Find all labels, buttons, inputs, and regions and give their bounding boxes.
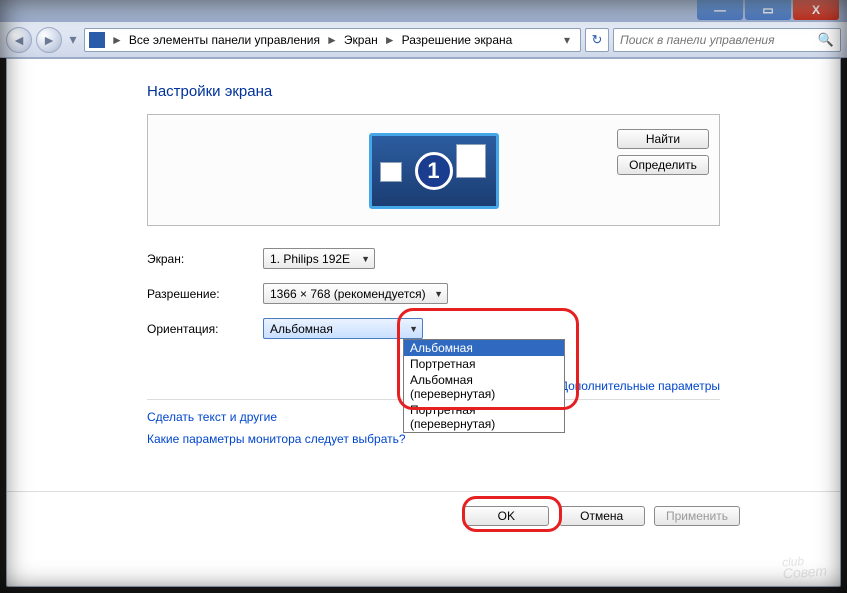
forward-button[interactable]: ► <box>36 27 62 53</box>
screen-combo[interactable]: 1. Philips 192E ▼ <box>263 248 375 269</box>
dialog-footer: OK Отмена Применить <box>7 491 840 526</box>
screen-label: Экран: <box>147 252 263 266</box>
breadcrumb-item[interactable]: Разрешение экрана <box>402 33 513 47</box>
orientation-option[interactable]: Портретная (перевернутая) <box>404 402 564 432</box>
search-box[interactable]: 🔍 <box>613 28 841 52</box>
window-titlebar: — ▭ X <box>0 0 847 22</box>
chevron-down-icon: ▼ <box>361 254 370 264</box>
find-button[interactable]: Найти <box>617 129 709 149</box>
ok-button[interactable]: OK <box>463 506 549 526</box>
orientation-option[interactable]: Портретная <box>404 356 564 372</box>
breadcrumb-item[interactable]: Экран <box>344 33 378 47</box>
orientation-value: Альбомная <box>270 322 333 336</box>
page-title: Настройки экрана <box>147 83 720 100</box>
breadcrumb-sep: ► <box>384 33 396 47</box>
monitor-thumbnail[interactable]: 1 <box>369 133 499 209</box>
breadcrumb-sep: ► <box>111 33 123 47</box>
screen-value: 1. Philips 192E <box>270 252 350 266</box>
resolution-value: 1366 × 768 (рекомендуется) <box>270 287 426 301</box>
mini-window-icon <box>456 144 486 178</box>
mini-window-icon <box>380 162 402 182</box>
search-input[interactable] <box>620 33 818 47</box>
orientation-dropdown: Альбомная Портретная Альбомная (переверн… <box>403 339 565 433</box>
resolution-combo[interactable]: 1366 × 768 (рекомендуется) ▼ <box>263 283 448 304</box>
orientation-label: Ориентация: <box>147 322 263 336</box>
history-dropdown[interactable]: ▾ <box>66 30 80 50</box>
content-panel: Настройки экрана 1 Найти Определить Экра… <box>6 58 841 587</box>
watermark: club Совет <box>781 541 828 582</box>
control-panel-icon <box>89 32 105 48</box>
back-button[interactable]: ◄ <box>6 27 32 53</box>
refresh-button[interactable]: ↻ <box>585 28 609 52</box>
breadcrumb-item[interactable]: Все элементы панели управления <box>129 33 320 47</box>
chevron-down-icon: ▼ <box>434 289 443 299</box>
address-dropdown-icon[interactable]: ▾ <box>558 33 576 47</box>
display-number: 1 <box>415 152 453 190</box>
address-bar[interactable]: ► Все элементы панели управления ► Экран… <box>84 28 581 52</box>
maximize-button[interactable]: ▭ <box>745 0 791 20</box>
search-icon[interactable]: 🔍 <box>818 32 834 48</box>
orientation-option[interactable]: Альбомная <box>404 340 564 356</box>
orientation-combo[interactable]: Альбомная ▼ <box>263 318 423 339</box>
cancel-button[interactable]: Отмена <box>559 506 645 526</box>
close-button[interactable]: X <box>793 0 839 20</box>
chevron-down-icon: ▼ <box>409 324 418 334</box>
orientation-option[interactable]: Альбомная (перевернутая) <box>404 372 564 402</box>
breadcrumb-sep: ► <box>326 33 338 47</box>
apply-button: Применить <box>654 506 740 526</box>
resolution-label: Разрешение: <box>147 287 263 301</box>
detect-button[interactable]: Определить <box>617 155 709 175</box>
minimize-button[interactable]: — <box>697 0 743 20</box>
navigation-bar: ◄ ► ▾ ► Все элементы панели управления ►… <box>0 22 847 58</box>
display-preview: 1 Найти Определить <box>147 114 720 226</box>
which-monitor-link[interactable]: Какие параметры монитора следует выбрать… <box>147 432 720 446</box>
